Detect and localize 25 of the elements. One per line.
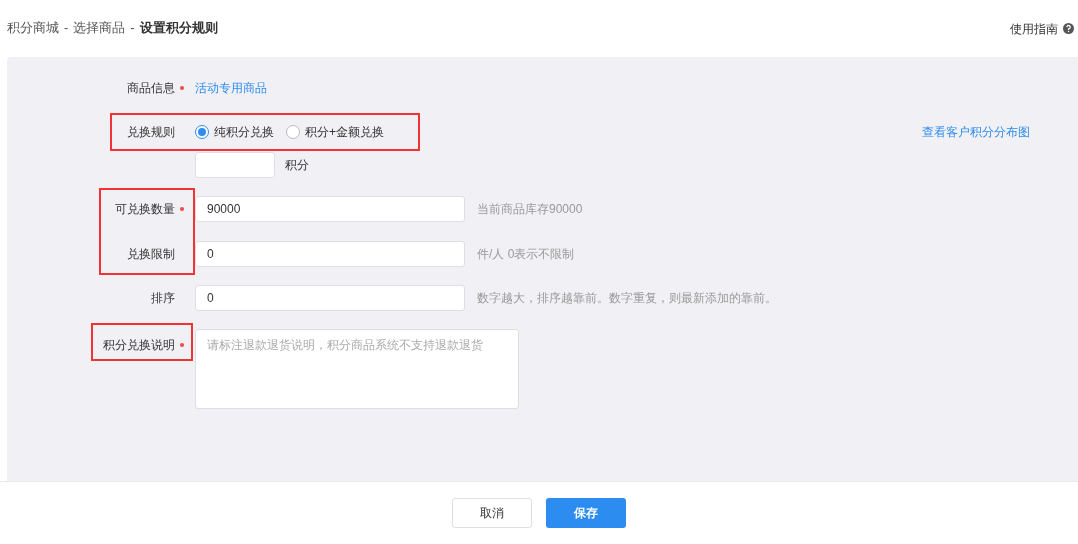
field-label: 积分兑换说明 (103, 337, 175, 354)
input-field[interactable]: 0 (195, 241, 465, 267)
field-label: 排序 (151, 290, 175, 307)
help-link[interactable]: 使用指南 (1010, 19, 1058, 38)
hint-text: 当前商品库存90000 (477, 201, 583, 218)
field-label: 可兑换数量 (115, 201, 175, 218)
breadcrumb-item[interactable]: 积分商城 (7, 17, 59, 38)
breadcrumb-item: 设置积分规则 (139, 18, 218, 37)
input-field[interactable]: 0 (195, 285, 465, 311)
breadcrumb-separator: - (64, 18, 69, 37)
field-label: 兑换限制 (127, 246, 175, 263)
cancel-button[interactable]: 取消 (452, 498, 532, 528)
input-field[interactable]: 90000 (195, 196, 465, 222)
field-label: 兑换规则 (127, 124, 175, 141)
description-textarea[interactable]: 请标注退款退货说明，积分商品系统不支持退款退货 (195, 329, 519, 409)
radio-option[interactable]: 积分+金额兑换 (286, 123, 384, 141)
field-label: 商品信息 (127, 80, 175, 97)
points-input[interactable] (195, 152, 275, 178)
breadcrumb-item[interactable]: 选择商品 (73, 17, 126, 38)
breadcrumb-separator: - (130, 18, 135, 37)
hint-text: 数字越大，排序越靠前。数字重复，则最新添加的靠前。 (477, 290, 777, 307)
hint-text: 件/人 0表示不限制 (477, 246, 575, 263)
help-icon (1063, 23, 1074, 34)
unit-label: 积分 (285, 157, 309, 174)
radio-option[interactable]: 纯积分兑换 (195, 123, 274, 141)
